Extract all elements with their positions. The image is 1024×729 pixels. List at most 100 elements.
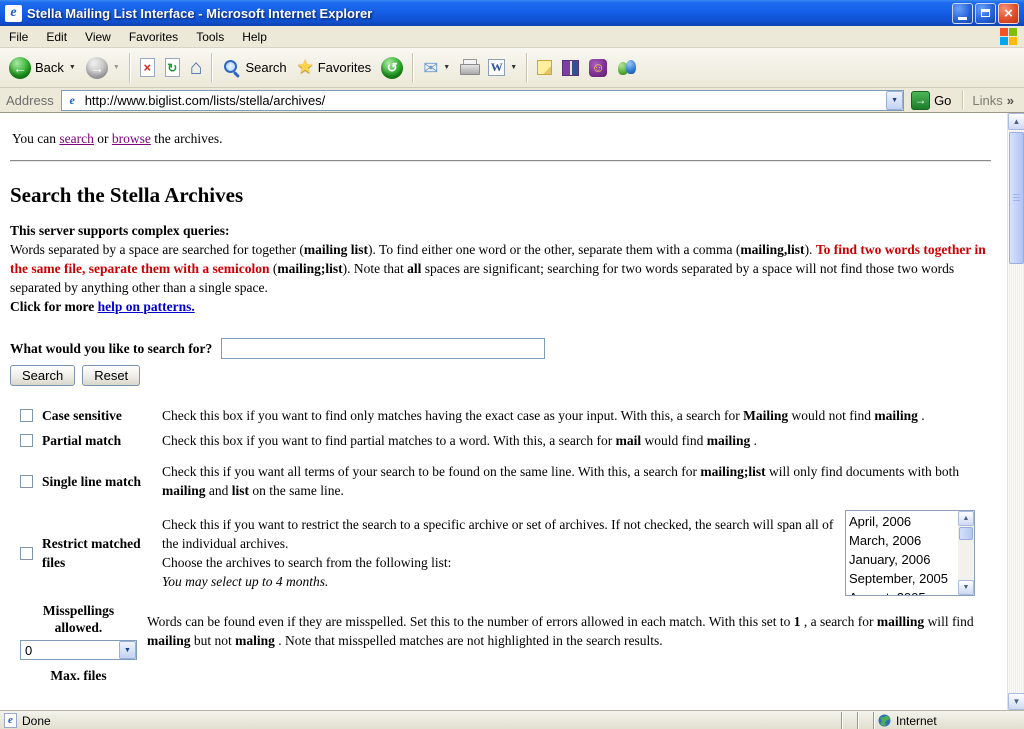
browse-link[interactable]: browse [112,131,151,146]
edit-with-word-button[interactable]: W ▼ [483,51,522,85]
flag-green [1009,27,1017,36]
go-button[interactable]: → Go [904,90,958,110]
search-input[interactable] [221,338,546,359]
search-prompt: What would you like to search for? [10,341,213,356]
button-row: Search Reset [10,365,991,386]
partial-match-desc: Check this box if you want to find parti… [162,433,757,448]
scroll-down-icon[interactable]: ▼ [1008,693,1024,710]
menu-tools[interactable]: Tools [187,27,233,47]
archive-listbox[interactable]: April, 2006 March, 2006 January, 2006 Se… [845,510,975,596]
misspellings-select[interactable]: 0 ▼ [20,640,137,660]
page-scrollbar[interactable]: ▲ ▼ [1007,113,1024,710]
address-label: Address [6,92,54,108]
scroll-thumb[interactable] [1009,132,1024,264]
menu-help[interactable]: Help [233,27,276,47]
print-button[interactable] [455,51,483,85]
standard-toolbar: ← Back ▼ → ▼ × ↻ ⌂ Search ★ Favorites ↺ … [0,48,1024,88]
history-icon: ↺ [381,56,404,79]
listbox-scrollbar[interactable]: ▲ ▼ [958,511,974,595]
word-dropdown-icon[interactable]: ▼ [510,64,517,71]
security-zone-text: Internet [896,713,937,728]
listbox-scroll-up-icon[interactable]: ▲ [958,511,974,526]
menu-bar: File Edit View Favorites Tools Help [0,26,1024,48]
menu-view[interactable]: View [76,27,120,47]
archive-option[interactable]: March, 2006 [846,533,924,548]
restore-icon [981,9,990,17]
restrict-files-label: Restrict matched files [42,536,141,570]
max-files-label: Max. files [50,668,107,683]
history-button[interactable]: ↺ [376,51,408,85]
forward-dropdown-icon[interactable]: ▼ [113,64,120,71]
help-on-patterns-link[interactable]: help on patterns. [98,299,195,314]
favorites-button[interactable]: ★ Favorites [292,51,377,85]
window-ie-icon: e [5,4,22,22]
minimize-button[interactable] [952,2,973,24]
case-sensitive-label-cell: Case sensitive [10,406,162,425]
single-line-match-checkbox[interactable] [20,474,33,488]
case-sensitive-desc: Check this box if you want to find only … [162,408,925,423]
single-line-label-cell: Single line match [10,472,162,491]
back-dropdown-icon[interactable]: ▼ [69,64,76,71]
home-button[interactable]: ⌂ [185,51,208,85]
msn-messenger-icon [617,59,637,77]
mail-dropdown-icon[interactable]: ▼ [443,64,450,71]
toolbar-separator [526,52,529,83]
archive-option[interactable]: April, 2006 [846,514,914,529]
links-label[interactable]: Links [972,93,1002,108]
address-dropdown-button[interactable]: ▼ [886,90,904,110]
misspellings-dropdown-icon[interactable]: ▼ [119,641,136,659]
back-button[interactable]: ← Back ▼ [4,51,81,85]
archive-option[interactable]: September, 2005 [846,571,951,586]
menu-edit[interactable]: Edit [37,27,76,47]
search-link[interactable]: search [59,131,93,146]
ie-glyph: e [10,5,17,20]
single-line-match-label: Single line match [42,473,142,489]
flag-blue [1000,36,1008,45]
status-text: Done [22,713,51,728]
search-icon [222,58,241,77]
close-button[interactable]: × [998,2,1019,24]
option-row-case-sensitive: Case sensitive Check this box if you wan… [10,406,991,425]
partial-match-checkbox[interactable] [20,434,33,447]
restrict-files-checkbox[interactable] [20,546,33,560]
restrict-files-desc: Check this if you want to restrict the s… [162,515,845,591]
listbox-scroll-thumb[interactable] [959,527,973,540]
refresh-button[interactable]: ↻ [160,51,185,85]
yahoo-messenger-button[interactable]: ☺ [584,51,612,85]
browser-viewport: You can search or browse the archives. S… [0,113,1024,710]
address-field[interactable]: e http://www.biglist.com/lists/stella/ar… [60,89,905,111]
archive-option[interactable]: January, 2006 [846,552,933,567]
yahoo-messenger-icon: ☺ [589,58,608,77]
search-button[interactable]: Search [10,365,76,386]
restore-button[interactable] [975,2,996,24]
back-icon: ← [9,56,31,79]
word-icon: W [488,59,506,76]
links-separator [962,91,965,109]
windows-logo-icon [1000,27,1018,46]
scroll-up-icon[interactable]: ▲ [1008,113,1024,130]
search-row: What would you like to search for? [10,338,991,359]
single-line-match-desc: Check this if you want all terms of your… [162,464,960,498]
partial-match-label-cell: Partial match [10,431,162,450]
stop-button[interactable]: × [135,51,160,85]
menu-favorites[interactable]: Favorites [120,27,187,47]
note-icon [537,60,553,75]
menu-file[interactable]: File [0,27,37,47]
listbox-scroll-down-icon[interactable]: ▼ [958,580,974,595]
msn-messenger-button[interactable] [612,51,642,85]
forward-button[interactable]: → ▼ [81,51,125,85]
mail-button[interactable]: ✉ ▼ [418,51,455,85]
research-button[interactable] [557,51,584,85]
search-toolbar-button[interactable]: Search [217,51,291,85]
status-pane-zone: Internet [874,712,1024,729]
close-icon: × [1004,4,1013,22]
case-sensitive-checkbox[interactable] [20,409,33,422]
archive-option[interactable]: August, 2005 [846,590,929,595]
go-icon: → [911,90,931,110]
misspellings-label: Misspellings allowed. [42,603,115,635]
back-label: Back [35,60,64,75]
onenote-button[interactable] [532,51,557,85]
links-chevron-icon[interactable]: » [1007,93,1014,108]
reset-button[interactable]: Reset [82,365,141,386]
address-url[interactable]: http://www.biglist.com/lists/stella/arch… [85,93,886,108]
